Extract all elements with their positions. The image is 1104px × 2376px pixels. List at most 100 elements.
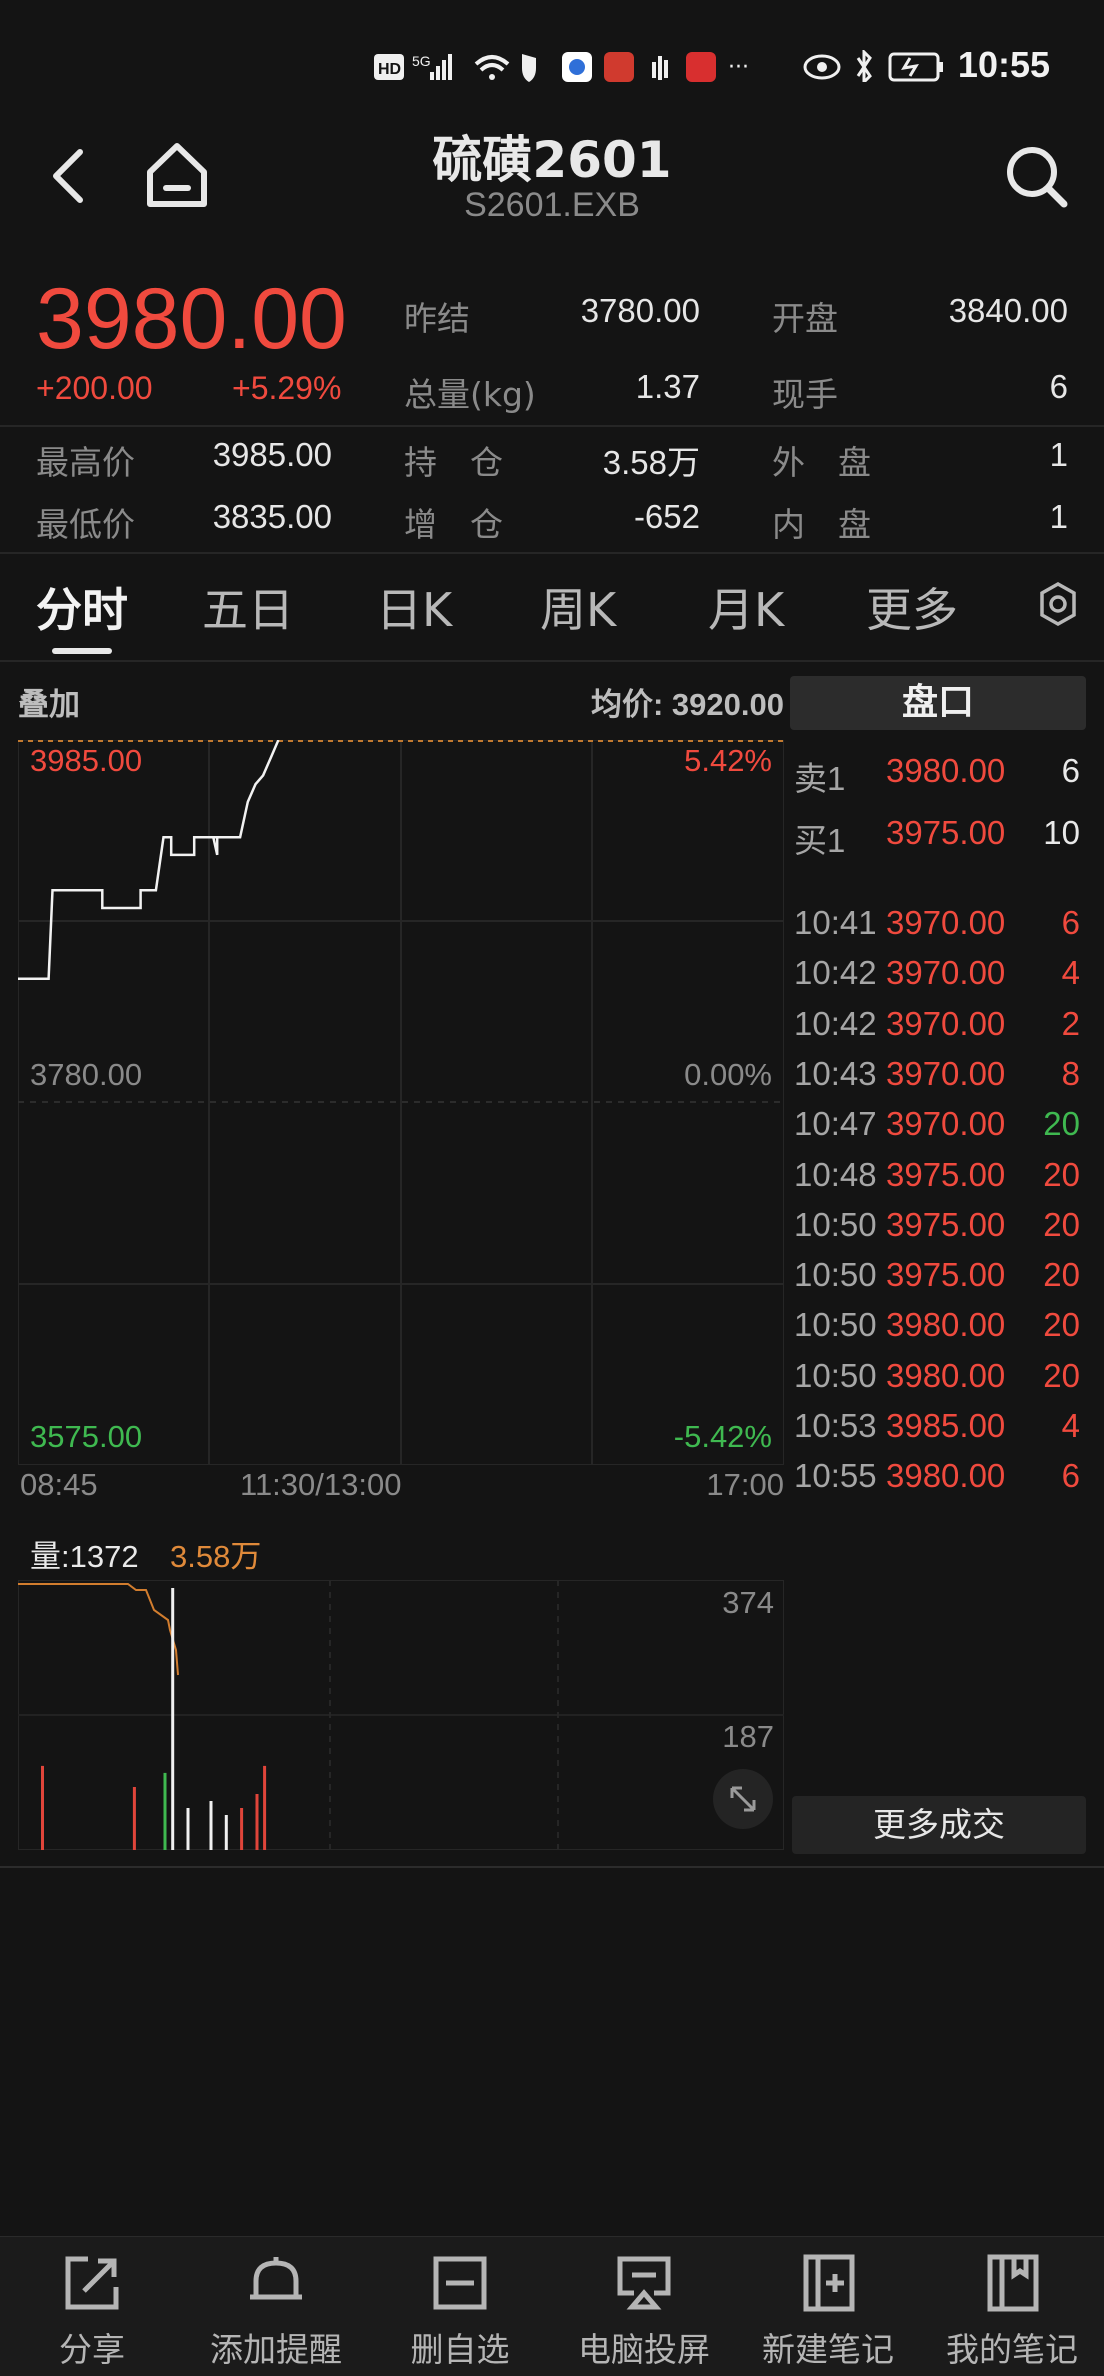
trade-volume: 20	[1043, 1105, 1080, 1143]
trade-time: 10:55	[794, 1457, 877, 1495]
trade-row: 10:42 3970.00 2	[786, 1005, 1104, 1045]
trade-price: 3975.00	[886, 1205, 1006, 1243]
x-start-time: 08:45	[20, 1467, 98, 1502]
trade-row: 10:50 3975.00 20	[786, 1256, 1104, 1296]
clock: 10:55	[957, 44, 1050, 85]
share-button[interactable]: 分享	[0, 2237, 184, 2376]
add-alert-button[interactable]: 添加提醒	[184, 2237, 368, 2376]
oi-change-value: -652	[633, 498, 700, 535]
ask-price: 3980.00	[886, 752, 1006, 789]
overlay-button[interactable]: 叠加	[18, 679, 80, 724]
chart-tabs: 分时 五日 日K 周K 月K 更多	[0, 560, 1104, 660]
volume-plot[interactable]	[18, 1580, 784, 1850]
tab-intraday[interactable]: 分时	[36, 574, 128, 640]
instrument-code: S2601.EXB	[464, 186, 640, 224]
high-value: 3985.00	[212, 436, 332, 473]
trade-volume: 6	[1061, 1457, 1080, 1495]
ask-volume: 6	[1061, 752, 1080, 789]
screen-cast-button[interactable]: 电脑投屏	[552, 2237, 736, 2376]
divider	[0, 1866, 1104, 1868]
avg-price-label: 均价: 3920.00	[591, 687, 784, 722]
trade-time: 10:42	[794, 1004, 877, 1042]
tab-five-day[interactable]: 五日	[202, 574, 294, 640]
trade-time: 10:50	[794, 1306, 877, 1344]
trade-volume: 20	[1043, 1356, 1080, 1394]
status-icons: HD 5G ···	[374, 52, 749, 82]
prev-settle-label: 昨结	[404, 299, 470, 338]
share-label: 分享	[59, 2330, 125, 2369]
more-trades-button[interactable]: 更多成交	[792, 1796, 1086, 1854]
order-book-button[interactable]: 盘口	[790, 676, 1086, 730]
price-plot[interactable]	[18, 740, 784, 1465]
svg-text:···: ···	[728, 55, 749, 80]
tab-monthly-k[interactable]: 月K	[708, 574, 784, 640]
divider	[0, 552, 1104, 554]
x-mid-time: 11:30/13:00	[240, 1467, 402, 1502]
tab-daily-k[interactable]: 日K	[376, 574, 452, 640]
trade-time: 10:41	[794, 904, 877, 941]
order-book-panel: 盘口 卖1 3980.00 6 买1 3975.00 10 10:41 3970.…	[786, 672, 1104, 1872]
x-end-time: 17:00	[706, 1467, 784, 1502]
volume-bar	[163, 1772, 167, 1850]
trade-price: 3975.00	[886, 1155, 1006, 1193]
volume-bar	[240, 1808, 244, 1850]
tab-more[interactable]: 更多	[866, 574, 958, 640]
bottom-toolbar: 分享 添加提醒 删自选 电脑投屏 新建笔记 我的笔记	[0, 2236, 1104, 2376]
trade-volume: 2	[1061, 1004, 1080, 1042]
remove-watchlist-button[interactable]: 删自选	[368, 2237, 552, 2376]
trade-time: 10:43	[794, 1054, 877, 1092]
volume-bar	[132, 1787, 136, 1850]
my-notes-button[interactable]: 我的笔记	[920, 2237, 1104, 2376]
trade-price: 3970.00	[886, 1054, 1006, 1092]
page-title: 硫磺2601	[432, 131, 672, 189]
trade-row: 10:41 3970.00 6	[786, 904, 1104, 944]
price-change: +200.00	[36, 370, 153, 406]
ask-row: 卖1 3980.00 6	[786, 752, 1104, 797]
my-notes-label: 我的笔记	[946, 2330, 1078, 2369]
trade-row: 10:42 3970.00 4	[786, 954, 1104, 994]
trade-price: 3980.00	[886, 1306, 1006, 1344]
volume-value: 1.37	[635, 368, 700, 405]
trade-price: 3985.00	[886, 1407, 1006, 1444]
new-note-icon	[803, 2254, 855, 2312]
ask-label: 卖1	[794, 760, 846, 797]
add-alert-label: 添加提醒	[210, 2330, 342, 2369]
trade-volume: 8	[1061, 1054, 1080, 1092]
trade-time: 10:50	[794, 1256, 877, 1294]
expand-icon[interactable]	[712, 1768, 774, 1830]
volume-bar	[224, 1815, 228, 1850]
trade-time: 10:50	[794, 1356, 877, 1394]
low-label: 最低价	[36, 505, 135, 544]
bid-row: 买1 3975.00 10	[786, 814, 1104, 859]
new-note-button[interactable]: 新建笔记	[736, 2237, 920, 2376]
search-icon[interactable]	[1004, 144, 1070, 210]
prev-settle-value: 3780.00	[580, 292, 700, 329]
intraday-chart: 叠加 均价: 3920.00 3985.00 5.42% 3780.00 0.0…	[0, 665, 786, 1865]
open-label: 开盘	[772, 299, 838, 338]
bid-label: 买1	[794, 822, 846, 859]
trade-row: 10:50 3975.00 20	[786, 1206, 1104, 1246]
trade-volume: 6	[1061, 904, 1080, 941]
volume-bar	[255, 1794, 259, 1850]
volume-label: 总量(kg)	[404, 375, 536, 414]
open-interest-label: 3.58万	[170, 1539, 262, 1574]
trade-price: 3970.00	[886, 904, 1006, 941]
tab-indicator	[52, 648, 112, 654]
notebook-icon	[987, 2254, 1039, 2312]
trade-volume: 4	[1061, 1407, 1080, 1444]
y-min-pct: -5.42%	[673, 1419, 772, 1454]
settings-icon[interactable]	[1036, 580, 1080, 630]
trade-volume: 20	[1043, 1306, 1080, 1344]
system-icons	[803, 50, 943, 82]
trade-price: 3975.00	[886, 1256, 1006, 1294]
oi-change-label: 增 仓	[404, 505, 503, 544]
divider	[0, 425, 1104, 427]
tab-weekly-k[interactable]: 周K	[540, 574, 616, 640]
volume-bar	[209, 1801, 213, 1850]
vol-y-max: 374	[722, 1585, 774, 1620]
trade-row: 10:48 3975.00 20	[786, 1156, 1104, 1196]
header: 硫磺2601 S2601.EXB	[0, 120, 1104, 250]
divider	[0, 660, 1104, 662]
y-max-price: 3985.00	[30, 743, 143, 778]
vol-y-mid: 187	[722, 1719, 774, 1754]
